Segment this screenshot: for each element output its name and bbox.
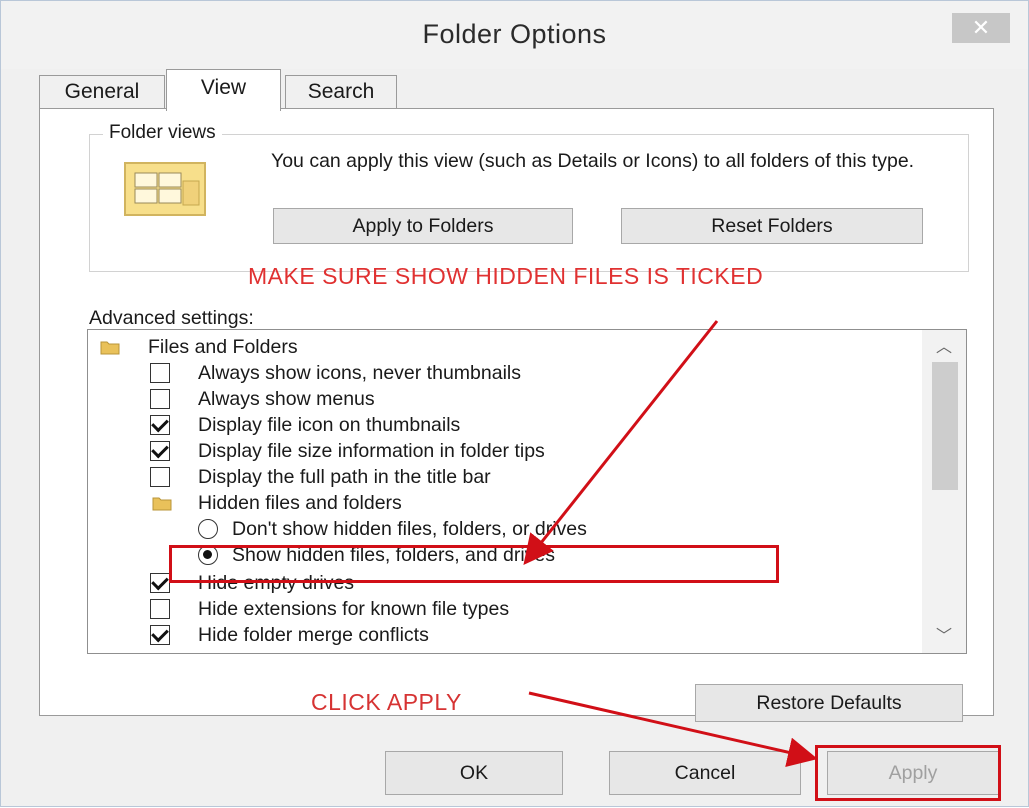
checkbox[interactable] (150, 599, 170, 619)
option-display-file-size-info[interactable]: Display file size information in folder … (148, 438, 928, 464)
folder-icon (152, 497, 172, 511)
option-label: Hide folder merge conflicts (198, 624, 429, 646)
option-label: Display file icon on thumbnails (198, 414, 461, 436)
advanced-settings-label: Advanced settings: (89, 307, 254, 329)
tree-folder-files-and-folders: Files and Folders (96, 334, 926, 360)
option-display-full-path[interactable]: Display the full path in the title bar (148, 464, 928, 490)
tree-folder-label: Hidden files and folders (198, 492, 402, 514)
chevron-up-icon: ︿ (935, 339, 952, 356)
annotation-show-hidden-note: MAKE SURE SHOW HIDDEN FILES IS TICKED (248, 263, 764, 289)
checkbox[interactable] (150, 415, 170, 435)
tree-folder-hidden-files: Hidden files and folders (148, 490, 928, 516)
ok-button[interactable]: OK (385, 751, 563, 795)
checkbox[interactable] (150, 467, 170, 487)
option-label: Display file size information in folder … (198, 440, 545, 462)
option-label: Display the full path in the title bar (198, 466, 491, 488)
option-always-show-menus[interactable]: Always show menus (148, 386, 928, 412)
option-label: Always show menus (198, 388, 375, 410)
checkbox[interactable] (150, 441, 170, 461)
folder-views-title: Folder views (103, 122, 222, 144)
folder-views-icon (124, 162, 206, 216)
title-bar: Folder Options ✕ (1, 1, 1028, 69)
tab-general[interactable]: General (39, 75, 165, 109)
close-icon: ✕ (971, 15, 991, 40)
scroll-down-button[interactable]: ﹀ (922, 623, 966, 651)
tree-folder-label: Files and Folders (148, 336, 298, 358)
close-button[interactable]: ✕ (952, 13, 1010, 43)
annotation-click-apply: CLICK APPLY (311, 689, 462, 715)
highlight-show-hidden-box (169, 545, 779, 583)
checkbox[interactable] (150, 363, 170, 383)
chevron-down-icon: ﹀ (935, 628, 952, 645)
tab-view[interactable]: View (166, 69, 281, 111)
reset-folders-button[interactable]: Reset Folders (621, 208, 923, 244)
option-always-show-icons[interactable]: Always show icons, never thumbnails (148, 360, 928, 386)
option-display-file-icon-on-thumbnails[interactable]: Display file icon on thumbnails (148, 412, 928, 438)
option-dont-show-hidden[interactable]: Don't show hidden files, folders, or dri… (198, 516, 928, 542)
scroll-up-button[interactable]: ︿ (922, 334, 966, 362)
option-hide-folder-merge-conflicts[interactable]: Hide folder merge conflicts (148, 622, 928, 648)
tab-search[interactable]: Search (285, 75, 397, 109)
vertical-scrollbar[interactable]: ︿ ﹀ (922, 330, 966, 653)
cancel-button[interactable]: Cancel (609, 751, 801, 795)
option-label: Hide extensions for known file types (198, 598, 510, 620)
folder-views-description: You can apply this view (such as Details… (271, 150, 915, 172)
highlight-apply-box (815, 745, 1001, 801)
scroll-thumb[interactable] (932, 362, 958, 490)
restore-defaults-button[interactable]: Restore Defaults (695, 684, 963, 722)
advanced-settings-tree[interactable]: Files and Folders Always show icons, nev… (87, 329, 967, 654)
window-title: Folder Options (422, 19, 607, 49)
option-hide-extensions[interactable]: Hide extensions for known file types (148, 596, 928, 622)
option-label: Don't show hidden files, folders, or dri… (232, 518, 587, 540)
radio-button[interactable] (198, 519, 218, 539)
apply-to-folders-button[interactable]: Apply to Folders (273, 208, 573, 244)
option-label: Always show icons, never thumbnails (198, 362, 521, 384)
checkbox[interactable] (150, 389, 170, 409)
folder-icon (100, 341, 120, 355)
checkbox[interactable] (150, 573, 170, 593)
checkbox[interactable] (150, 625, 170, 645)
folder-options-dialog: Folder Options ✕ General View Search Fol… (0, 0, 1029, 807)
